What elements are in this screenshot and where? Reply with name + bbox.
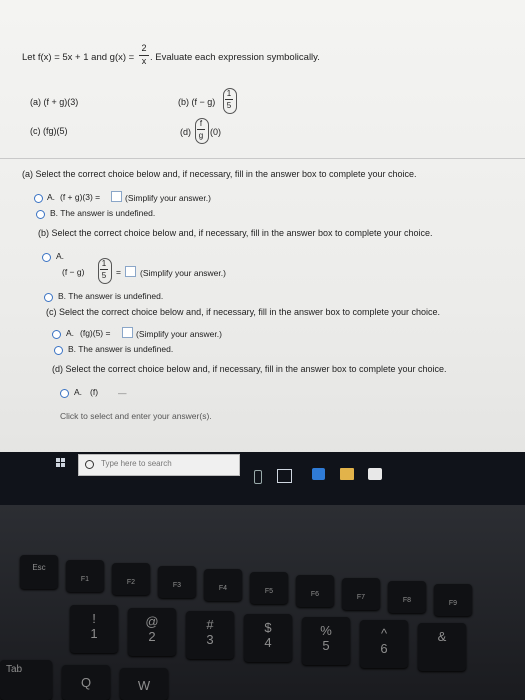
key-esc: Esc	[20, 555, 58, 589]
problem-suffix: . Evaluate each expression symbolically.	[150, 52, 320, 63]
part-b-option-a-eq: =	[116, 267, 121, 277]
g-denominator: x	[141, 56, 147, 66]
divider	[0, 158, 525, 159]
part-b-option-a-expr: (f − g)	[62, 267, 85, 277]
part-a-answer-box[interactable]	[111, 191, 122, 202]
key-q: Q	[62, 665, 110, 700]
key-f6: F6	[296, 575, 334, 607]
part-b-numerator: 1	[226, 89, 232, 98]
part-b-option-a-radio[interactable]	[42, 253, 51, 262]
key-f9: F9	[434, 584, 472, 616]
part-a-option-b: B. The answer is undefined.	[50, 208, 156, 218]
part-c-label: (c) (fg)(5)	[30, 126, 68, 136]
part-a-instruction: (a) Select the correct choice below and,…	[22, 169, 417, 179]
key-3: #3	[186, 611, 234, 659]
part-d-dash: —	[118, 388, 127, 398]
part-b-label: (b) (f − g)	[178, 97, 216, 107]
key-4: $4	[244, 614, 292, 662]
part-b-option-b-radio[interactable]	[44, 293, 53, 302]
part-b-fraction-bar	[225, 99, 233, 100]
screen: Let f(x) = 5x + 1 and g(x) = 2 x . Evalu…	[0, 0, 525, 505]
task-view-icon[interactable]	[277, 469, 292, 483]
part-b-option-a-hint: (Simplify your answer.)	[140, 268, 226, 278]
part-d-numerator: f	[199, 119, 203, 128]
search-placeholder: Type here to search	[101, 459, 172, 468]
taskbar-search-box[interactable]: Type here to search	[78, 454, 240, 476]
part-d-option-a-label: A.	[74, 387, 83, 397]
cortana-circle-icon	[85, 460, 94, 469]
key-6: ^ 6	[360, 620, 408, 668]
part-b-option-b: B. The answer is undefined.	[58, 291, 164, 301]
edge-icon[interactable]	[312, 468, 325, 480]
key-7: &	[418, 623, 466, 671]
part-a-option-a-label: A.	[47, 192, 56, 202]
part-c-answer-box[interactable]	[122, 327, 133, 338]
g-numerator: 2	[141, 43, 147, 53]
part-d-option-a-radio[interactable]	[60, 389, 69, 398]
key-f1: F1	[66, 560, 104, 592]
part-b-option-a-label: A.	[56, 251, 65, 261]
part-a-label: (a) (f + g)(3)	[30, 97, 79, 107]
part-c-option-b: B. The answer is undefined.	[68, 344, 174, 354]
part-c-instruction: (c) Select the correct choice below and,…	[46, 307, 441, 317]
part-d-fraction-bar	[197, 129, 205, 130]
key-tab: Tab	[0, 660, 52, 700]
key-f4: F4	[204, 569, 242, 601]
part-d-label: (d)	[180, 127, 191, 137]
part-d-tail: (0)	[210, 127, 221, 137]
part-c-option-a-hint: (Simplify your answer.)	[136, 329, 222, 339]
part-d-denominator: g	[198, 131, 204, 140]
part-a-option-a-expr: (f + g)(3) =	[60, 192, 101, 202]
key-1: ! 1	[70, 605, 118, 653]
key-2: @2	[128, 608, 176, 656]
microphone-icon[interactable]	[254, 470, 262, 484]
laptop-keyboard: Esc F1 F2 F3 F4 F5 F6 F7 F8 F9 ! 1 @2 #3 …	[0, 505, 525, 700]
footer-instruction: Click to select and enter your answer(s)…	[60, 411, 212, 421]
part-b-answer-numerator: 1	[101, 259, 107, 268]
key-5: % 5	[302, 617, 350, 665]
key-f3: F3	[158, 566, 196, 598]
problem-prefix: Let f(x) = 5x + 1 and g(x) =	[22, 52, 135, 63]
store-icon[interactable]	[368, 468, 382, 480]
part-c-option-a-radio[interactable]	[52, 330, 61, 339]
part-c-option-a-label: A.	[66, 328, 75, 338]
key-w: W	[120, 668, 168, 700]
key-f8: F8	[388, 581, 426, 613]
file-explorer-icon[interactable]	[340, 468, 354, 480]
part-b-instruction: (b) Select the correct choice below and,…	[38, 228, 433, 238]
part-a-option-a-hint: (Simplify your answer.)	[125, 193, 211, 203]
part-b-denominator: 5	[226, 101, 232, 110]
windows-start-icon[interactable]	[56, 458, 66, 468]
part-b-answer-box[interactable]	[125, 266, 136, 277]
part-c-option-a-expr: (fg)(5) =	[80, 328, 111, 338]
key-f5: F5	[250, 572, 288, 604]
key-f7: F7	[342, 578, 380, 610]
part-b-answer-fraction-bar	[100, 269, 108, 270]
part-a-option-b-radio[interactable]	[36, 210, 45, 219]
part-b-answer-denominator: 5	[101, 271, 107, 280]
part-d-option-a-expr: (f)	[90, 387, 99, 397]
key-f2: F2	[112, 563, 150, 595]
part-c-option-b-radio[interactable]	[54, 346, 63, 355]
part-d-instruction: (d) Select the correct choice below and,…	[52, 364, 447, 374]
part-a-option-a-radio[interactable]	[34, 194, 43, 203]
